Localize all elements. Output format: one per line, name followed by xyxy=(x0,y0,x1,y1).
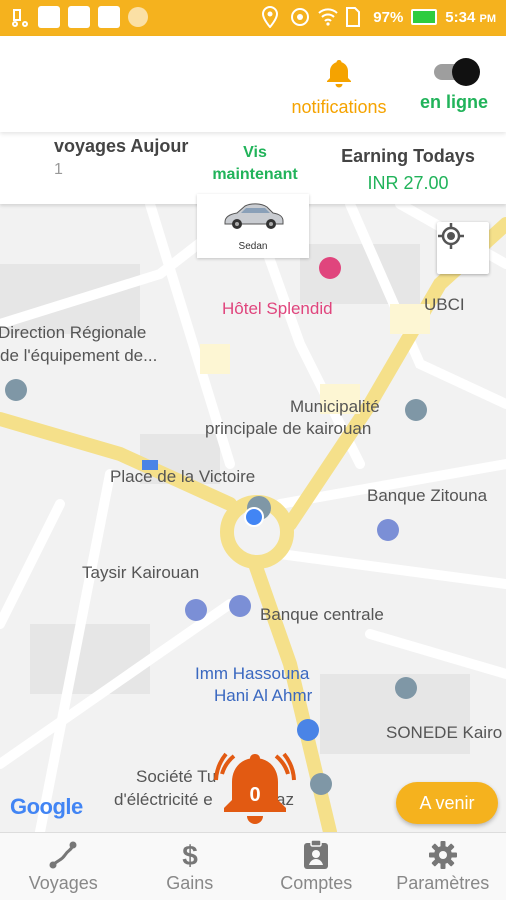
poi-municipalite-line2[interactable]: principale de kairouan xyxy=(205,418,371,440)
account-badge-icon xyxy=(253,839,380,871)
poi-banque-centrale[interactable]: Banque centrale xyxy=(260,604,384,626)
scooter-icon xyxy=(10,6,30,28)
svg-text:$: $ xyxy=(182,840,198,871)
poi-banque-zitouna[interactable]: Banque Zitouna xyxy=(367,485,487,507)
poi-sonede[interactable]: SONEDE Kairo xyxy=(386,722,502,744)
trips-count: 1 xyxy=(54,161,63,178)
clock-suffix: PM xyxy=(479,12,497,25)
route-icon xyxy=(0,839,127,871)
nav-item-gains[interactable]: $ Gains xyxy=(127,833,254,900)
dollar-icon: $ xyxy=(127,839,254,871)
sim-icon xyxy=(345,6,365,28)
map-view[interactable]: Hôtel Splendid UBCI Direction Régionale … xyxy=(0,204,506,832)
bell-icon xyxy=(325,60,353,92)
poi-ubci[interactable]: UBCI xyxy=(424,294,465,316)
upcoming-button[interactable]: A venir xyxy=(396,782,498,824)
status-bar-system: 97% 5:34 PM xyxy=(261,5,496,29)
trips-title: voyages Aujour xyxy=(54,136,189,156)
online-toggle[interactable]: en ligne xyxy=(412,58,496,113)
nav-label-voyages: Voyages xyxy=(28,873,98,893)
view-now-line2: maintenant xyxy=(212,166,298,183)
poi-hassouna-line2[interactable]: Hani Al Ahmr xyxy=(214,685,312,707)
sedan-car-icon xyxy=(221,203,285,236)
view-now-button[interactable]: Vis maintenant xyxy=(200,142,310,186)
poi-place-victoire[interactable]: Place de la Victoire xyxy=(110,466,255,488)
poi-direction-line2[interactable]: de l'équipement de... xyxy=(0,345,157,367)
poi-direction-line1[interactable]: Direction Régionale xyxy=(0,322,146,344)
poi-municipalite-line1[interactable]: Municipalité xyxy=(290,396,380,418)
notifications-button[interactable]: notifications xyxy=(282,58,396,118)
battery-percent: 97% xyxy=(373,8,404,26)
vehicle-type-card[interactable]: Sedan xyxy=(197,194,309,258)
nav-item-comptes[interactable]: Comptes xyxy=(253,833,380,900)
clock-time: 5:34 xyxy=(445,8,476,26)
status-bar: 97% 5:34 PM xyxy=(0,0,506,36)
notification-icon xyxy=(128,7,148,27)
online-label: en ligne xyxy=(419,92,488,112)
view-now-line1: Vis xyxy=(243,144,267,161)
poi-hotel-splendid[interactable]: Hôtel Splendid xyxy=(222,298,333,320)
google-logo-text: Google xyxy=(10,794,83,819)
battery-icon xyxy=(411,9,438,25)
gear-icon xyxy=(380,839,506,871)
poi-societe-line1[interactable]: Société Tu xyxy=(136,766,216,788)
nav-item-voyages[interactable]: Voyages xyxy=(0,833,127,900)
poi-hassouna-line1[interactable]: Imm Hassouna xyxy=(195,663,309,685)
wifi-icon xyxy=(317,6,338,28)
status-bar-notifications xyxy=(10,6,148,28)
google-logo: Google xyxy=(10,794,83,820)
poi-taysir[interactable]: Taysir Kairouan xyxy=(82,562,199,584)
app-root: 97% 5:34 PM notifications en ligne voyag… xyxy=(0,0,506,900)
notifications-label: notifications xyxy=(291,97,387,117)
notification-icon xyxy=(68,6,90,28)
todays-earnings: Earning Todays INR 27.00 xyxy=(330,146,486,194)
my-location-button[interactable] xyxy=(437,222,489,274)
hotspot-icon xyxy=(289,6,310,28)
nav-label-parametres: Paramètres xyxy=(396,873,490,893)
poi-societe-line2[interactable]: d'éléctricité e xyxy=(114,789,213,811)
todays-trips: voyages Aujour 1 xyxy=(54,136,188,179)
nav-label-comptes: Comptes xyxy=(280,873,353,893)
switch-knob xyxy=(452,58,480,86)
online-switch[interactable] xyxy=(430,58,480,86)
notification-icon xyxy=(98,6,120,28)
nav-label-gains: Gains xyxy=(166,873,214,893)
vehicle-type-label: Sedan xyxy=(238,241,268,252)
notification-icon xyxy=(38,6,60,28)
bottom-navigation: Voyages $ Gains Comptes Paramètres xyxy=(0,832,506,900)
earning-title: Earning Todays xyxy=(341,146,475,166)
location-icon xyxy=(261,5,281,29)
alert-count: 0 xyxy=(249,784,261,806)
earning-value: INR 27.00 xyxy=(367,173,449,193)
top-header: notifications en ligne xyxy=(0,36,506,132)
alert-bell-button[interactable]: 0 xyxy=(212,744,298,832)
nav-item-parametres[interactable]: Paramètres xyxy=(380,833,506,900)
clock: 5:34 PM xyxy=(445,9,496,26)
